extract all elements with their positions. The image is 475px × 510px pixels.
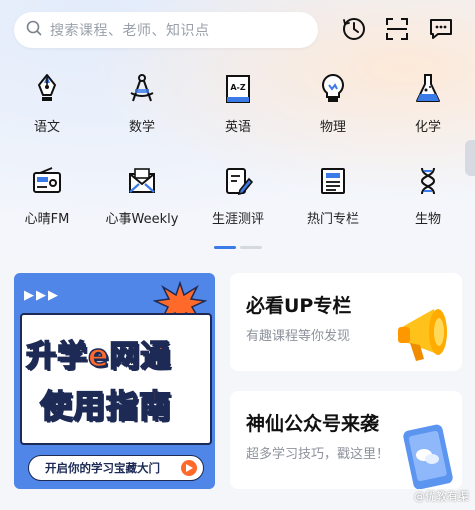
svg-text:A-Z: A-Z [230,83,246,92]
envelope-icon [125,164,159,198]
pager-dot [240,246,262,249]
promo-title: 神仙公众号来袭 [246,413,380,435]
promo-card-official-account[interactable]: 神仙公众号来袭 超多学习技巧，戳这里！ [230,391,462,489]
lightbulb-icon [316,72,350,106]
promo-title: 必看UP专栏 [246,295,352,317]
newspaper-icon [316,164,350,198]
category-label: 物理 [319,120,346,135]
compass-icon [125,72,159,106]
category-weekly[interactable]: 心事Weekly [97,164,187,227]
banner-title-line2: 使用指南 [39,386,173,426]
watermark: @优教有渠 [414,488,469,504]
category-biology[interactable]: 生物 [383,164,473,227]
category-radio-fm[interactable]: 心晴FM [2,164,92,227]
category-label: 心事Weekly [105,212,179,227]
watermark-text: @优教有渠 [414,490,469,503]
phone-chat-icon [403,424,453,489]
scan-icon[interactable] [382,14,412,44]
edit-document-icon [221,164,255,198]
promo-card-up-column[interactable]: 必看UP专栏 有趣课程等你发现 [230,273,462,371]
category-hot-columns[interactable]: 热门专栏 [288,164,378,227]
category-math[interactable]: 数学 [97,72,187,135]
dna-icon [411,164,445,198]
play-icon [181,460,197,476]
category-label: 化学 [414,120,441,135]
history-icon[interactable] [339,14,369,44]
category-label: 生物 [414,212,441,227]
banner-arrows: ▶▶▶ [24,288,60,303]
category-chinese[interactable]: 语文 [2,72,92,135]
banner-cta-button[interactable]: 开启你的学习宝藏大门 [28,455,204,481]
pager-dot-active [214,246,236,249]
search-icon [26,20,42,40]
radio-icon [30,164,64,198]
message-icon[interactable] [426,14,456,44]
guide-banner[interactable]: ▶▶▶ 升学e网通 使用指南 开启你的学习宝藏大门 [14,273,215,489]
category-physics[interactable]: 物理 [288,72,378,135]
category-label: 生涯测评 [211,212,264,227]
category-english[interactable]: A-Z 英语 [193,72,283,135]
category-label: 数学 [128,120,155,135]
promo-subtitle: 超多学习技巧，戳这里！ [246,447,390,462]
category-label: 心晴FM [24,212,70,227]
promo-subtitle: 有趣课程等你发现 [246,329,351,344]
search-input[interactable]: 搜索课程、老师、知识点 [50,20,210,40]
side-drawer-handle[interactable] [465,140,475,176]
banner-title-line1: 升学e网通 [25,338,172,375]
dictionary-icon: A-Z [221,72,255,106]
search-bar[interactable]: 搜索课程、老师、知识点 [14,12,318,48]
category-label: 热门专栏 [306,212,359,227]
flask-icon [411,72,445,106]
banner-cta-label: 开启你的学习宝藏大门 [45,461,160,475]
category-label: 语文 [33,120,60,135]
category-chemistry[interactable]: 化学 [383,72,473,135]
category-pager [214,246,262,249]
category-career-test[interactable]: 生涯测评 [193,164,283,227]
category-label: 英语 [224,120,251,135]
fountain-pen-icon [30,72,64,106]
megaphone-icon [398,309,447,361]
